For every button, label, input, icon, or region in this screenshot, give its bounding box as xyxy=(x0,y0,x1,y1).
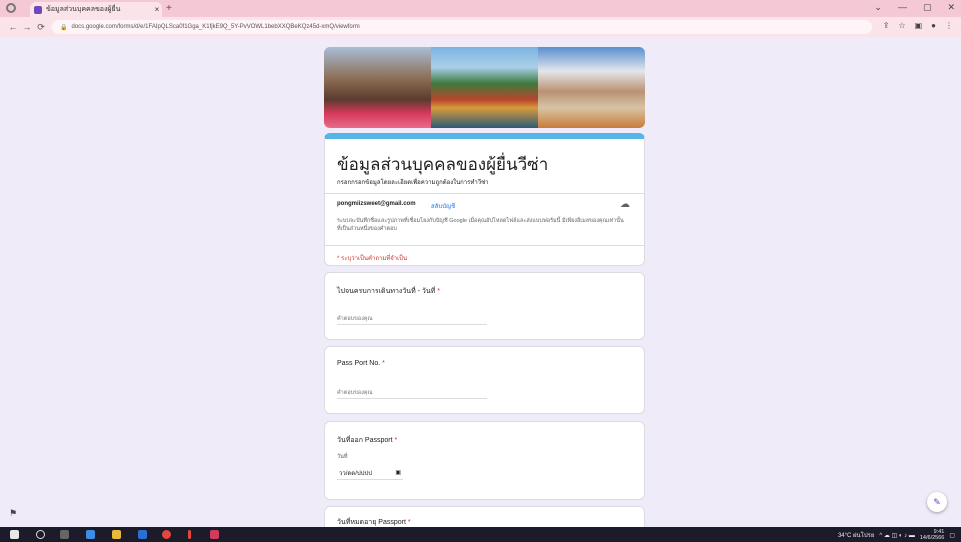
tab-title: ข้อมูลส่วนบุคคลของผู้ยื่น xyxy=(46,6,121,13)
report-flag-icon[interactable]: ⚑ xyxy=(9,508,17,519)
weather-text[interactable]: 34°C ฝนโปรย xyxy=(838,530,874,540)
forward-arrow-icon[interactable]: → xyxy=(20,22,34,32)
edge-icon[interactable] xyxy=(86,530,95,539)
minimize-button[interactable]: — xyxy=(898,2,907,13)
browser-tab[interactable]: ข้อมูลส่วนบุคคลของผู้ยื่น × xyxy=(30,2,162,17)
date-input-issue[interactable]: วว/ดด/ปปปป ▣ xyxy=(337,466,403,480)
divider xyxy=(325,193,644,194)
question-card-issue-date: วันที่ออก Passport * วันที่ วว/ดด/ปปปป ▣ xyxy=(324,421,645,500)
profile-avatar[interactable]: ● xyxy=(931,21,936,30)
required-note: * ระบุว่าเป็นคำถามที่จำเป็น xyxy=(337,256,408,262)
share-icon[interactable]: ⇪ xyxy=(883,21,890,30)
form-title: ข้อมูลส่วนบุคคลของผู้ยื่นวีซ่า xyxy=(337,155,549,174)
date-sub-label: วันที่ xyxy=(337,454,348,460)
app-icon[interactable] xyxy=(210,530,219,539)
url-text: docs.google.com/forms/d/e/1FAIpQLSca0f1G… xyxy=(71,24,360,30)
cloud-saved-icon: ☁ xyxy=(620,199,630,210)
lock-icon: 🔒 xyxy=(60,24,68,31)
form-title-card: ข้อมูลส่วนบุคคลของผู้ยื่นวีซ่า กรอกกรอกข… xyxy=(324,133,645,266)
back-arrow-icon[interactable]: ← xyxy=(6,22,20,32)
close-window-button[interactable]: ✕ xyxy=(947,2,955,13)
chrome-icon[interactable] xyxy=(6,3,16,13)
windows-taskbar: 34°C ฝนโปรย ^ ☁ ◫ ◐ ♪ ▬ 9:41 14/6/2566 ▢ xyxy=(0,527,961,542)
notification-icon[interactable]: ▢ xyxy=(949,532,955,539)
account-email: pongmiizsweet@gmail.com xyxy=(337,201,416,207)
switch-account-link[interactable]: สลับบัญชี xyxy=(431,201,455,211)
forms-favicon-icon xyxy=(34,5,42,14)
date: 14/6/2566 xyxy=(919,535,945,541)
new-tab-button[interactable]: + xyxy=(166,3,172,14)
banner-photo-coast xyxy=(538,47,645,128)
bookmark-star-icon[interactable]: ☆ xyxy=(898,21,905,30)
form-description: กรอกกรอกข้อมูลโดยละเอียดเพื่อความถูกต้อง… xyxy=(337,180,489,186)
app-icon[interactable] xyxy=(188,530,191,539)
menu-icon[interactable]: ⋮ xyxy=(945,21,953,30)
question-card-travel-dates: ไปจนครบการเดินทางวันที่ - วันที่ * xyxy=(324,272,645,340)
question-title: วันที่ออก Passport * xyxy=(337,437,398,444)
reload-icon[interactable]: ⟳ xyxy=(34,22,48,33)
date-placeholder: วว/ดด/ปปปป xyxy=(339,470,373,477)
sidebar-icon[interactable]: ▣ xyxy=(915,21,923,30)
store-icon[interactable] xyxy=(138,530,147,539)
question-title: ไปจนครบการเดินทางวันที่ - วันที่ * xyxy=(337,288,440,295)
chrome-taskbar-icon[interactable] xyxy=(162,530,171,539)
system-tray: 34°C ฝนโปรย ^ ☁ ◫ ◐ ♪ ▬ 9:41 14/6/2566 ▢ xyxy=(838,529,955,541)
browser-toolbar: ← → ⟳ 🔒 docs.google.com/forms/d/e/1FAIpQ… xyxy=(0,17,961,37)
address-bar[interactable]: 🔒 docs.google.com/forms/d/e/1FAIpQLSca0f… xyxy=(52,20,872,34)
file-explorer-icon[interactable] xyxy=(112,530,121,539)
task-view-icon[interactable] xyxy=(60,530,69,539)
form-header-image xyxy=(324,47,645,128)
edit-pencil-icon[interactable]: ✎ xyxy=(927,492,947,512)
banner-photo-harbor xyxy=(431,47,538,128)
start-windows-icon[interactable] xyxy=(10,530,19,539)
tab-search-icon[interactable]: ⌄ xyxy=(874,2,882,13)
maximize-button[interactable]: ▢ xyxy=(923,2,932,13)
question-card-passport-no: Pass Port No. * xyxy=(324,346,645,414)
answer-input-travel-dates[interactable] xyxy=(337,313,487,325)
question-title: Pass Port No. * xyxy=(337,360,385,367)
calendar-icon[interactable]: ▣ xyxy=(395,469,401,476)
browser-tab-strip: ข้อมูลส่วนบุคคลของผู้ยื่น × + ⌄ — ▢ ✕ xyxy=(0,0,961,17)
toolbar-actions: ⇪ ☆ ▣ ● ⋮ xyxy=(883,21,953,30)
tab-close-icon[interactable]: × xyxy=(152,5,162,14)
search-icon[interactable] xyxy=(36,530,45,539)
banner-photo-tulips xyxy=(324,47,431,128)
answer-input-passport-no[interactable] xyxy=(337,387,487,399)
divider xyxy=(325,245,644,246)
window-controls: ⌄ — ▢ ✕ xyxy=(874,2,955,13)
privacy-notice: ระบบจะบันทึกชื่อและรูปภาพที่เชื่อมโยงกับ… xyxy=(337,218,624,232)
tray-icons[interactable]: ^ ☁ ◫ ◐ ♪ ▬ xyxy=(879,532,914,539)
clock[interactable]: 9:41 14/6/2566 xyxy=(920,529,944,541)
